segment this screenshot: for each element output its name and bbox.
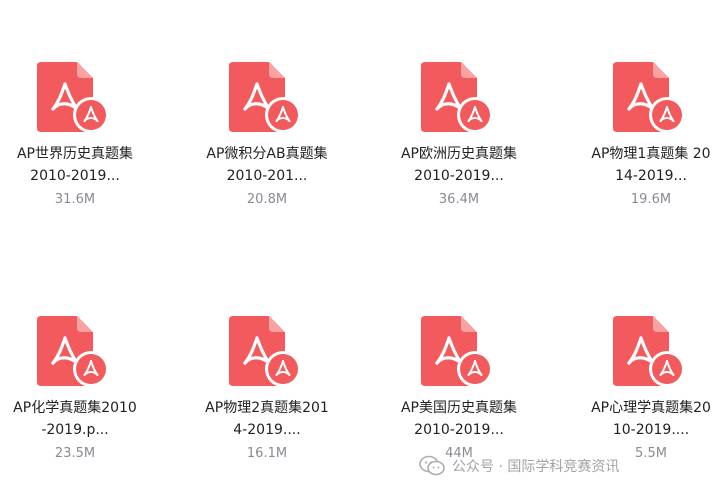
pdf-file-icon (613, 316, 689, 392)
file-name-line2: 14-2019... (615, 168, 687, 184)
file-name-line2: 2010-2019... (414, 422, 504, 438)
file-size: 31.6M (54, 192, 96, 207)
file-name-line2: 10-2019.... (612, 422, 690, 438)
file-item[interactable]: AP欧洲历史真题集 2010-2019... 36.4M (384, 62, 534, 209)
file-size: 16.1M (246, 446, 288, 461)
file-name-line1: AP物理2真题集201 (205, 400, 329, 416)
file-item[interactable]: AP微积分AB真题集 2010-201... 20.8M (192, 62, 342, 209)
file-name-line1: AP美国历史真题集 (400, 400, 518, 416)
pdf-file-icon (229, 62, 305, 138)
pdf-file-icon (421, 62, 497, 138)
file-name-line1: AP化学真题集2010 (13, 400, 137, 416)
file-size: 36.4M (438, 192, 480, 207)
file-item[interactable]: AP美国历史真题集 2010-2019... 44M (384, 316, 534, 463)
file-name-line1: AP世界历史真题集 (16, 146, 134, 162)
file-size: 23.5M (54, 446, 96, 461)
pdf-file-icon (229, 316, 305, 392)
pdf-file-icon (37, 316, 113, 392)
file-item[interactable]: AP物理1真题集 20 14-2019... 19.6M (576, 62, 726, 209)
file-name-line2: 4-2019.... (233, 422, 301, 438)
pdf-file-icon (613, 62, 689, 138)
file-name-line2: 2010-201... (226, 168, 308, 184)
pdf-file-icon (421, 316, 497, 392)
file-item[interactable]: AP化学真题集2010 -2019.p... 23.5M (0, 316, 150, 463)
file-name-line2: -2019.p... (41, 422, 109, 438)
file-name-line1: AP心理学真题集20 (591, 400, 711, 416)
file-name-line1: AP欧洲历史真题集 (400, 146, 518, 162)
wechat-icon (419, 455, 445, 476)
file-item[interactable]: AP世界历史真题集 2010-2019... 31.6M (0, 62, 150, 209)
file-name-line1: AP物理1真题集 20 (591, 146, 711, 162)
file-name-line2: 2010-2019... (414, 168, 504, 184)
watermark: 公众号 · 国际学科竞赛资讯 (418, 454, 619, 478)
pdf-file-icon (37, 62, 113, 138)
file-item[interactable]: AP物理2真题集201 4-2019.... 16.1M (192, 316, 342, 463)
file-name-line2: 2010-2019... (30, 168, 120, 184)
file-grid: AP世界历史真题集 2010-2019... 31.6M AP微积分AB真题集 … (0, 0, 726, 494)
watermark-text: 公众号 · 国际学科竞赛资讯 (452, 459, 620, 475)
file-size: 19.6M (630, 192, 672, 207)
file-name-line1: AP微积分AB真题集 (206, 146, 328, 162)
file-item[interactable]: AP心理学真题集20 10-2019.... 5.5M (576, 316, 726, 463)
file-size: 20.8M (246, 192, 288, 207)
